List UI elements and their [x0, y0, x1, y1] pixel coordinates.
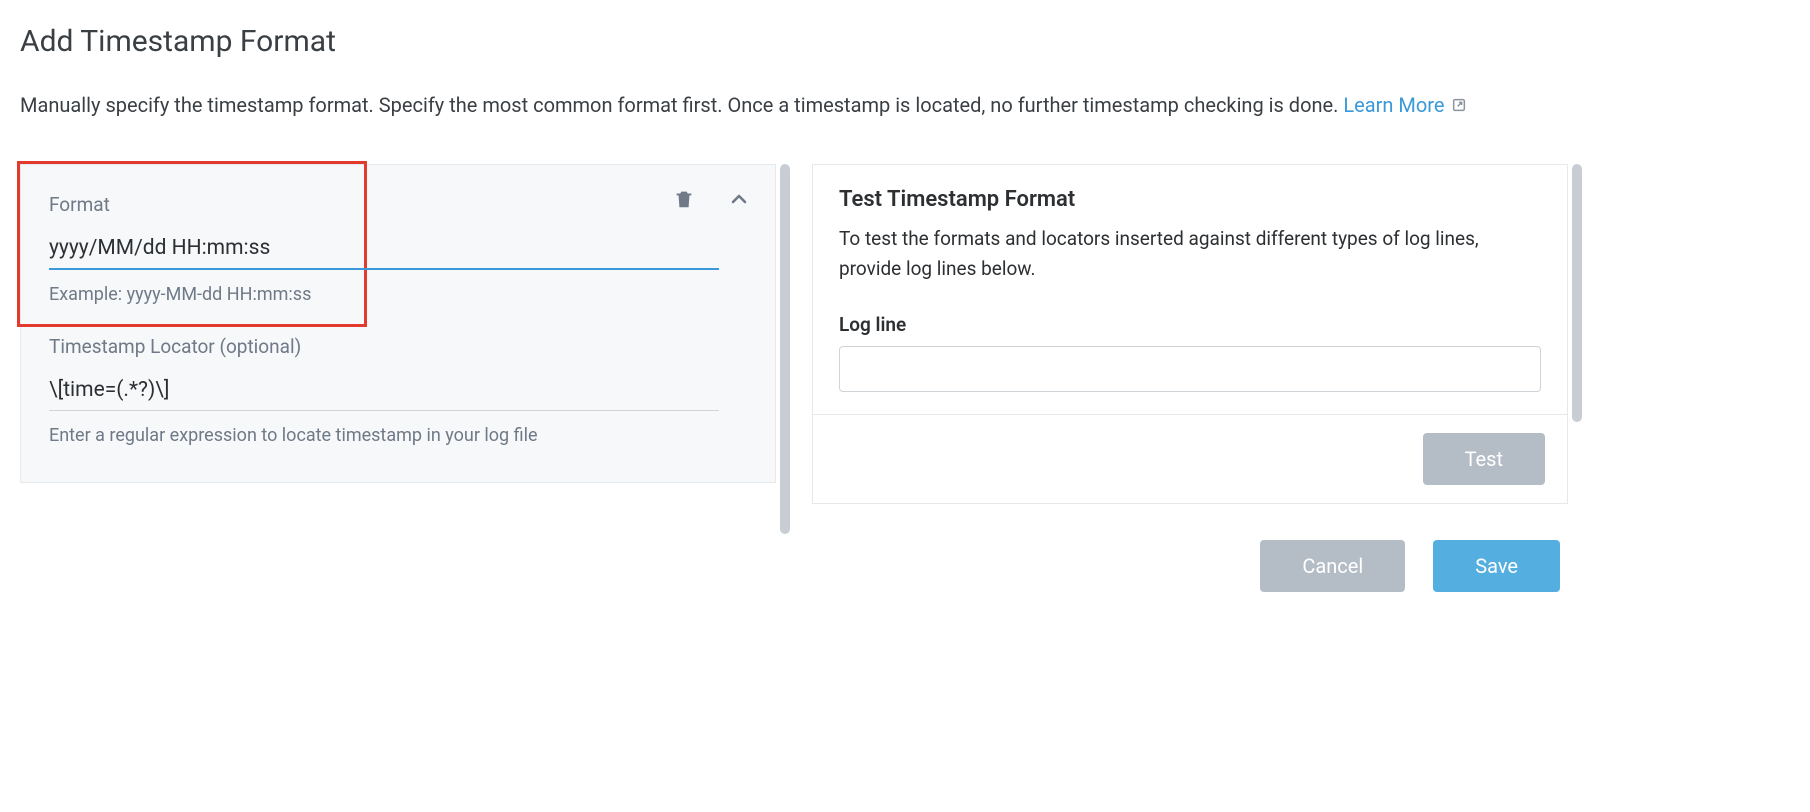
test-title: Test Timestamp Format — [839, 187, 1541, 212]
locator-input[interactable] — [49, 372, 719, 411]
test-footer: Test — [812, 415, 1568, 504]
scrollbar[interactable] — [1572, 164, 1582, 422]
learn-more-link[interactable]: Learn More — [1343, 93, 1467, 117]
scrollbar[interactable] — [780, 164, 790, 534]
format-card: Format Example: yyyy-MM-dd HH:mm:ss Time… — [20, 164, 776, 483]
format-field-block: Format Example: yyyy-MM-dd HH:mm:ss — [49, 193, 747, 305]
locator-field-block: Timestamp Locator (optional) Enter a reg… — [49, 335, 747, 446]
test-description: To test the formats and locators inserte… — [839, 224, 1541, 285]
test-card: Test Timestamp Format To test the format… — [812, 164, 1568, 415]
format-input[interactable] — [49, 230, 719, 270]
log-line-input[interactable] — [839, 346, 1541, 392]
external-link-icon — [1451, 88, 1467, 124]
description: Manually specify the timestamp format. S… — [20, 87, 1780, 124]
test-panel: Test Timestamp Format To test the format… — [812, 164, 1568, 504]
format-panel: Format Example: yyyy-MM-dd HH:mm:ss Time… — [20, 164, 776, 483]
locator-label: Timestamp Locator (optional) — [49, 335, 747, 358]
format-label: Format — [49, 193, 747, 216]
learn-more-label: Learn More — [1343, 93, 1444, 117]
dialog-footer: Cancel Save — [20, 540, 1568, 592]
description-text: Manually specify the timestamp format. S… — [20, 93, 1343, 117]
locator-hint: Enter a regular expression to locate tim… — [49, 425, 747, 446]
format-hint: Example: yyyy-MM-dd HH:mm:ss — [49, 284, 747, 305]
test-button[interactable]: Test — [1423, 433, 1545, 485]
cancel-button[interactable]: Cancel — [1260, 540, 1405, 592]
save-button[interactable]: Save — [1433, 540, 1560, 592]
log-line-label: Log line — [839, 313, 1541, 336]
page-title: Add Timestamp Format — [20, 24, 1790, 59]
